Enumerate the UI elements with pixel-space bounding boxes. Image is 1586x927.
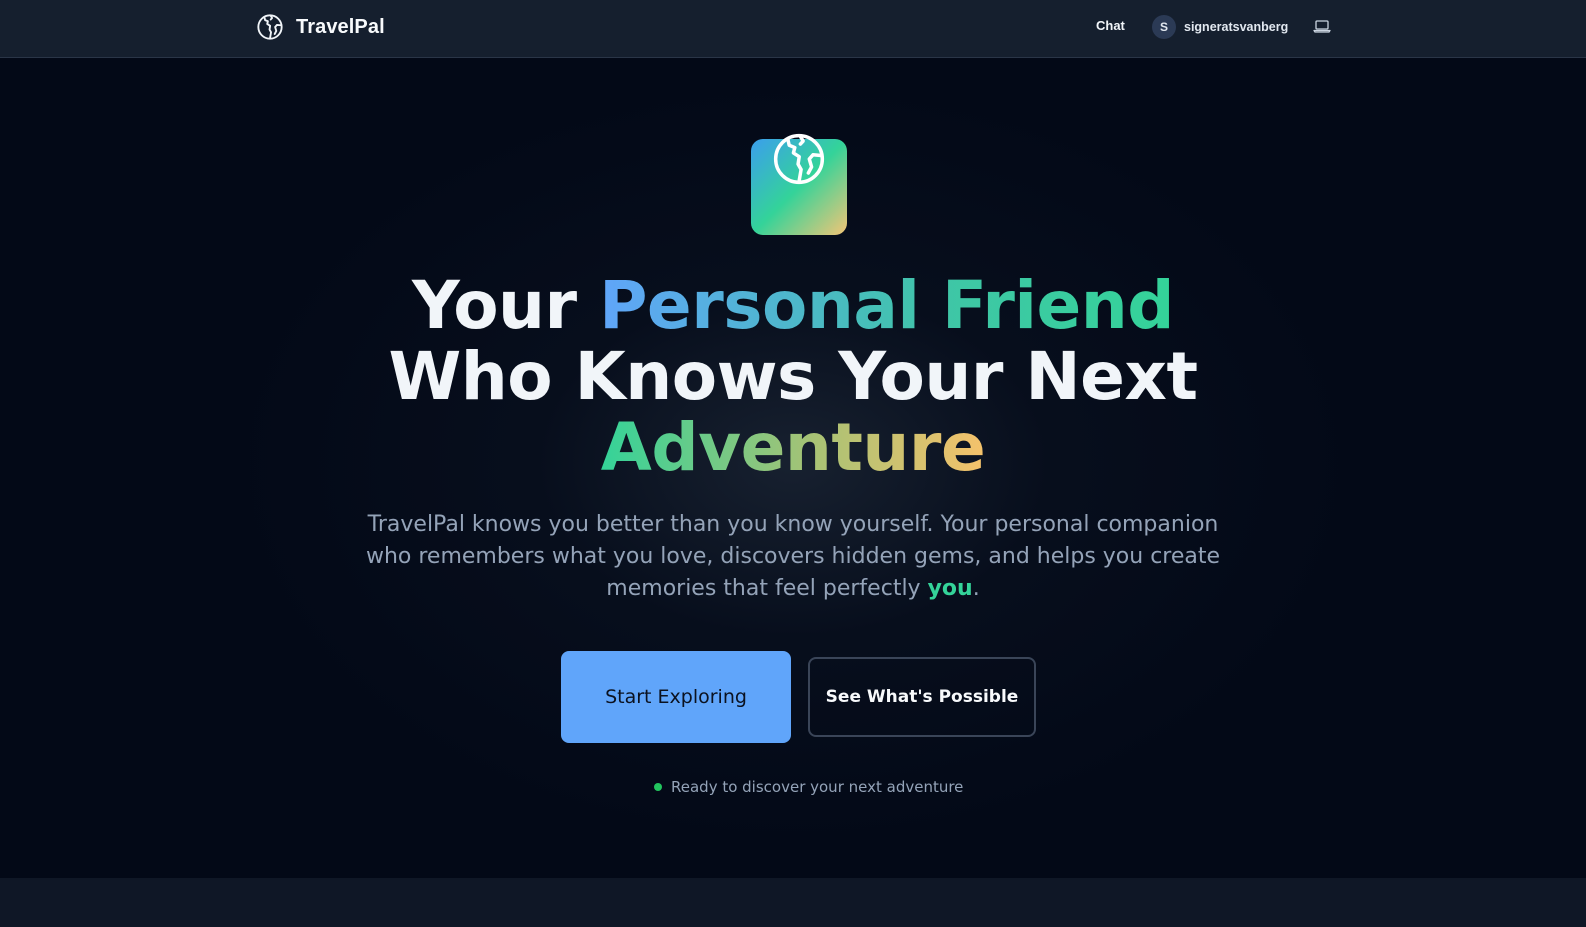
- top-navigation-bar: TravelPal Chat S signeratsvanberg: [0, 0, 1586, 58]
- headline-highlight-personal-friend: Personal Friend: [599, 267, 1175, 344]
- globe-icon: [257, 14, 283, 40]
- start-exploring-button[interactable]: Start Exploring: [561, 651, 791, 743]
- username: signeratsvanberg: [1184, 20, 1289, 34]
- laptop-icon[interactable]: [1313, 18, 1331, 34]
- next-section-edge: [0, 878, 1586, 927]
- subtitle-text: TravelPal knows you better than you know…: [365, 512, 1221, 601]
- avatar: S: [1152, 15, 1176, 39]
- see-whats-possible-button[interactable]: See What's Possible: [808, 657, 1036, 737]
- headline-part: Your: [411, 267, 600, 344]
- brand-name: TravelPal: [296, 15, 385, 38]
- brand-logo-link[interactable]: TravelPal: [256, 12, 385, 42]
- user-menu[interactable]: S signeratsvanberg: [1152, 14, 1288, 40]
- subtitle-highlight: you: [927, 576, 973, 601]
- status-indicator: Ready to discover your next adventure: [654, 777, 963, 797]
- nav-link-chat[interactable]: Chat: [1096, 18, 1125, 33]
- status-text: Ready to discover your next adventure: [671, 778, 964, 796]
- hero-subtitle: TravelPal knows you better than you know…: [343, 509, 1243, 605]
- hero-headline: Your Personal Friend Who Knows Your Next A…: [293, 270, 1293, 483]
- headline-part: Who Knows Your Next: [388, 338, 1198, 415]
- headline-highlight-adventure: Adventure: [600, 409, 986, 486]
- subtitle-end: .: [972, 576, 980, 601]
- globe-icon: [773, 133, 825, 185]
- status-dot-icon: [654, 783, 662, 791]
